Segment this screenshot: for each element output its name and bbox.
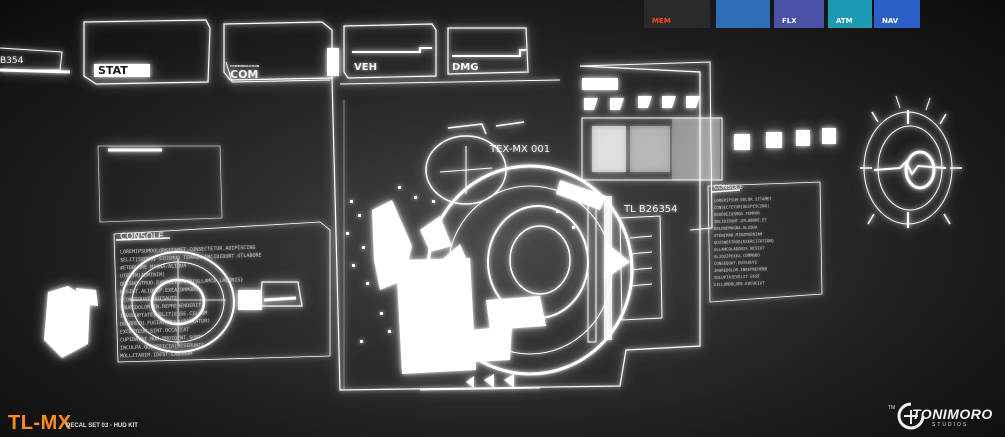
chip-mem-label: MEM [652, 17, 671, 25]
com-label: COM [230, 68, 259, 81]
indicator-row [582, 78, 700, 110]
square-buttons [734, 128, 836, 150]
hud-scene: B354 STAT COMMUNICATION COM VEH DMG TEX-… [0, 0, 1005, 437]
brand-subtitle: DECAL SET 03 - HUD KIT [66, 423, 138, 429]
targeting-reticle [425, 121, 525, 205]
console-left-text: LOREMIPSUMDOLORSITAMET.CONSECTETUR.ADIPI… [120, 244, 261, 361]
left-edge-code: B354 [0, 56, 24, 66]
studio-subtitle: STUDIOS [932, 422, 969, 428]
console-left-label: CONSOLE [120, 232, 164, 242]
chip-flx[interactable]: FLX [774, 0, 824, 28]
studio-name: TONIMORO [912, 406, 993, 422]
console-right-label: CONSOLE [714, 184, 744, 191]
left-shield [44, 286, 98, 358]
dmg-label: DMG [452, 62, 479, 73]
chip-nav-label: NAV [882, 17, 899, 25]
studio-logo: TM TONIMORO STUDIOS [888, 401, 993, 431]
compass-dial [860, 95, 962, 228]
veh-label: VEH [354, 62, 377, 73]
hud-graphics [0, 19, 962, 391]
data-block [581, 117, 723, 181]
chip-nav[interactable]: NAV [874, 0, 920, 28]
chip-mem[interactable]: MEM [644, 0, 710, 28]
chip-flx-label: FLX [782, 17, 797, 25]
chip-atm[interactable]: ATM [828, 0, 872, 28]
console-right-text: LOREMIPSUM.DOLOR.SITAMET CONSECTETUR[ADIP… [714, 195, 774, 288]
studio-tm: TM [888, 405, 896, 411]
veh-tab [327, 23, 437, 79]
chip-atm-label: ATM [836, 17, 853, 25]
tex-label: TEX-MX 001 [490, 144, 551, 155]
id-label: TL B26354 [624, 204, 678, 215]
central-block [372, 200, 546, 374]
brand-title: TL-MX [8, 412, 72, 434]
stat-label: STAT [98, 64, 128, 77]
chip-blank[interactable] [716, 0, 770, 28]
